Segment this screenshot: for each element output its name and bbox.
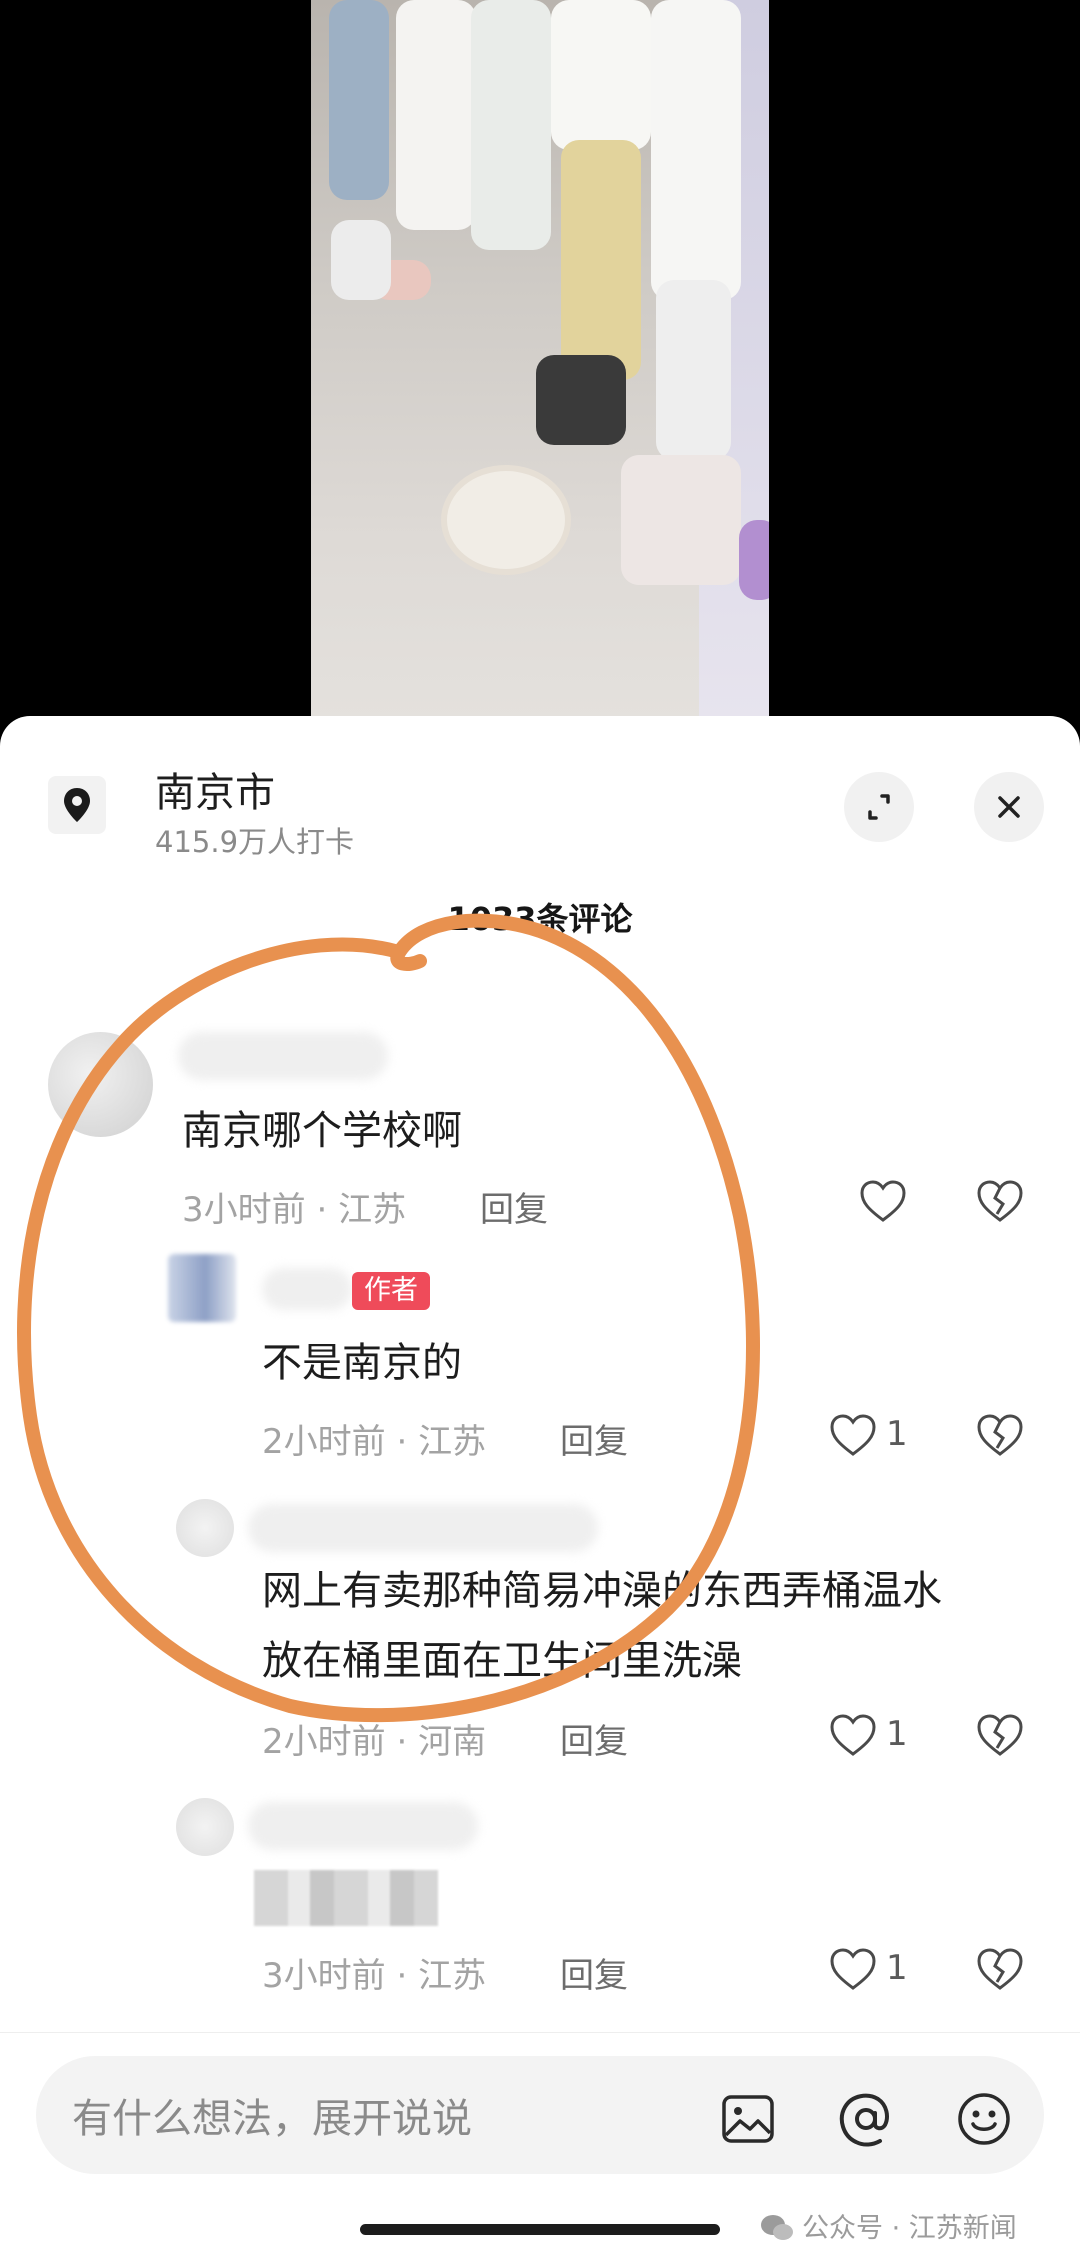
mention-icon[interactable] bbox=[836, 2089, 896, 2149]
avatar[interactable] bbox=[48, 1032, 153, 1137]
video-figure bbox=[551, 0, 651, 150]
comment-meta: 2小时前 · 河南 bbox=[262, 1722, 487, 1762]
comment-sheet: 南京市 415.9万人打卡 1033条评论 南京哪个学校啊 3小时前 · 江苏 … bbox=[0, 716, 1080, 2263]
dislike-broken-heart-icon[interactable] bbox=[975, 1412, 1025, 1458]
close-button[interactable] bbox=[974, 772, 1044, 842]
dislike-broken-heart-icon[interactable] bbox=[975, 1178, 1025, 1224]
expand-button[interactable] bbox=[844, 772, 914, 842]
expand-icon bbox=[868, 794, 890, 820]
avatar[interactable] bbox=[168, 1254, 236, 1322]
comment-text-line: 网上有卖那种简易冲澡的东西弄桶温水 bbox=[262, 1568, 942, 1614]
like-count: 1 bbox=[886, 1414, 908, 1454]
video-basin bbox=[441, 465, 571, 575]
avatar[interactable] bbox=[176, 1499, 234, 1557]
video-figure bbox=[396, 0, 476, 230]
video-figure bbox=[471, 0, 551, 250]
comment-text: 南京哪个学校啊 bbox=[182, 1108, 462, 1154]
comment-image-blurred[interactable] bbox=[254, 1870, 438, 1926]
annotation-circle bbox=[17, 913, 760, 1723]
like-count: 1 bbox=[886, 1714, 908, 1754]
location-checkins: 415.9万人打卡 bbox=[155, 825, 355, 859]
video-bucket bbox=[739, 520, 769, 600]
like-heart-icon[interactable] bbox=[828, 1412, 878, 1458]
comment-input-placeholder: 有什么想法，展开说说 bbox=[72, 2096, 472, 2142]
author-badge: 作者 bbox=[352, 1272, 430, 1310]
like-heart-icon[interactable] bbox=[828, 1712, 878, 1758]
video-figure bbox=[656, 280, 731, 460]
video-figure bbox=[561, 140, 641, 380]
location-title: 南京市 bbox=[155, 770, 275, 816]
username-blurred[interactable] bbox=[248, 1504, 598, 1552]
video-frame bbox=[311, 0, 769, 720]
comment-count: 1033条评论 bbox=[447, 900, 633, 938]
comment-text-line: 放在桶里面在卫生间里洗澡 bbox=[262, 1638, 742, 1684]
dislike-broken-heart-icon[interactable] bbox=[975, 1712, 1025, 1758]
username-blurred[interactable] bbox=[178, 1032, 388, 1080]
emoji-icon[interactable] bbox=[954, 2089, 1014, 2149]
wechat-icon bbox=[761, 2215, 793, 2240]
video-player[interactable] bbox=[0, 0, 1080, 720]
dislike-broken-heart-icon[interactable] bbox=[975, 1946, 1025, 1992]
divider bbox=[0, 2032, 1080, 2033]
home-indicator[interactable] bbox=[360, 2224, 720, 2235]
like-heart-icon[interactable] bbox=[858, 1178, 908, 1224]
comment-meta: 3小时前 · 江苏 bbox=[182, 1190, 407, 1230]
video-basket bbox=[621, 455, 741, 585]
reply-button[interactable]: 回复 bbox=[480, 1182, 548, 1231]
username-blurred[interactable] bbox=[262, 1268, 352, 1310]
watermark: 公众号 · 江苏新闻 bbox=[760, 2206, 1017, 2245]
reply-button[interactable]: 回复 bbox=[560, 1948, 628, 1997]
like-heart-icon[interactable] bbox=[828, 1946, 878, 1992]
location-card[interactable]: 南京市 415.9万人打卡 bbox=[0, 716, 1080, 866]
comment-meta: 3小时前 · 江苏 bbox=[262, 1956, 487, 1996]
avatar[interactable] bbox=[176, 1798, 234, 1856]
reply-button[interactable]: 回复 bbox=[560, 1714, 628, 1763]
video-figure bbox=[329, 0, 389, 200]
comment-text: 不是南京的 bbox=[262, 1340, 462, 1386]
video-bag bbox=[536, 355, 626, 445]
location-pin-icon bbox=[48, 776, 106, 834]
comment-meta: 2小时前 · 江苏 bbox=[262, 1422, 487, 1462]
video-basket bbox=[331, 220, 391, 300]
like-count: 1 bbox=[886, 1948, 908, 1988]
username-blurred[interactable] bbox=[248, 1802, 478, 1850]
reply-button[interactable]: 回复 bbox=[560, 1414, 628, 1463]
image-icon[interactable] bbox=[718, 2089, 778, 2149]
close-icon bbox=[998, 796, 1020, 818]
video-figure bbox=[651, 0, 741, 300]
